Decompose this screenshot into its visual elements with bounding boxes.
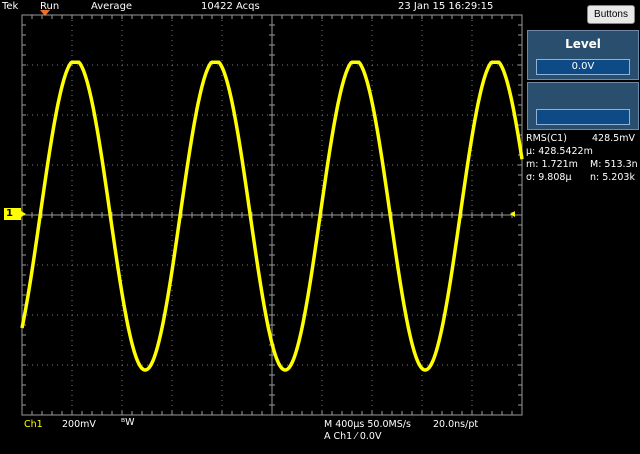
time-per-point: 20.0ns/pt bbox=[433, 419, 479, 430]
rms-value: 428.5mV bbox=[592, 133, 635, 144]
level-panel[interactable]: Level 0.0V bbox=[527, 30, 639, 80]
ch1-ground-marker[interactable]: 1 bbox=[4, 208, 26, 220]
min-value: m: 1.721m bbox=[526, 159, 578, 170]
rms-label: RMS(C1) bbox=[526, 133, 567, 144]
channel-label[interactable]: Ch1 bbox=[24, 419, 43, 430]
blank-field[interactable] bbox=[536, 109, 630, 125]
trigger-level-icon bbox=[510, 211, 515, 217]
mean-value: μ: 428.5422m bbox=[526, 146, 593, 157]
level-value-field[interactable]: 0.0V bbox=[536, 59, 630, 75]
bandwidth-limit-label: ᴮW bbox=[121, 417, 135, 428]
volts-per-div[interactable]: 200mV bbox=[62, 419, 96, 430]
graticule-grid bbox=[21, 14, 523, 416]
blank-panel[interactable] bbox=[527, 82, 639, 130]
timebase-readout[interactable]: M 400μs 50.0MS/s bbox=[324, 419, 411, 430]
level-title: Level bbox=[565, 37, 601, 51]
count-value: n: 5.203k bbox=[590, 172, 635, 183]
max-value: M: 513.3n bbox=[590, 159, 638, 170]
sigma-value: σ: 9.808μ bbox=[526, 172, 572, 183]
trigger-readout[interactable]: A Ch1 ⁄ 0.0V bbox=[324, 431, 381, 442]
